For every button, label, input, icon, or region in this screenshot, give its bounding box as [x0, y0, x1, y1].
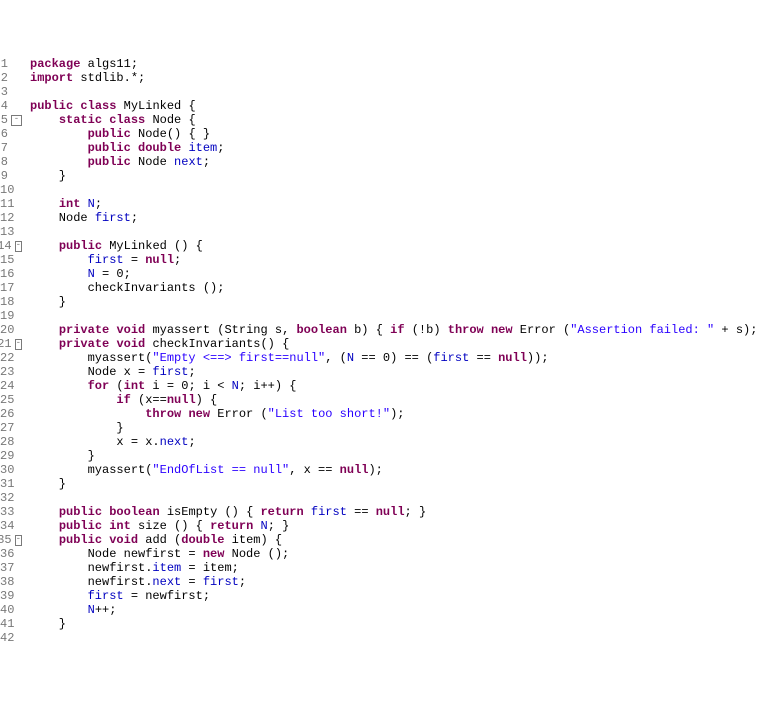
- line-number: 30: [0, 463, 22, 477]
- code-line[interactable]: [30, 631, 759, 645]
- line-number: 28: [0, 435, 22, 449]
- line-number: 31: [0, 477, 22, 491]
- line-number: 2: [0, 71, 22, 85]
- code-line[interactable]: if (x==null) {: [30, 393, 759, 407]
- line-number: 24: [0, 379, 22, 393]
- line-number: 9: [0, 169, 22, 183]
- line-number: 15: [0, 253, 22, 267]
- code-line[interactable]: }: [30, 295, 759, 309]
- code-line[interactable]: public boolean isEmpty () { return first…: [30, 505, 759, 519]
- line-number: 16: [0, 267, 22, 281]
- line-number: 36: [0, 547, 22, 561]
- line-number: 7: [0, 141, 22, 155]
- code-editor[interactable]: 12345-67891011121314-15161718192021-2223…: [0, 56, 759, 645]
- code-area[interactable]: package algs11;import stdlib.*; public cl…: [30, 57, 759, 645]
- code-line[interactable]: private void checkInvariants() {: [30, 337, 759, 351]
- code-line[interactable]: }: [30, 617, 759, 631]
- code-line[interactable]: [30, 309, 759, 323]
- code-line[interactable]: public class MyLinked {: [30, 99, 759, 113]
- line-number: 17: [0, 281, 22, 295]
- code-line[interactable]: public Node() { }: [30, 127, 759, 141]
- code-line[interactable]: public Node next;: [30, 155, 759, 169]
- code-line[interactable]: public double item;: [30, 141, 759, 155]
- line-number: 1: [0, 57, 22, 71]
- line-number: 4: [0, 99, 22, 113]
- line-number: 12: [0, 211, 22, 225]
- code-line[interactable]: [30, 491, 759, 505]
- line-number: 34: [0, 519, 22, 533]
- line-number: 22: [0, 351, 22, 365]
- code-line[interactable]: Node x = first;: [30, 365, 759, 379]
- line-number: 10: [0, 183, 22, 197]
- line-number: 18: [0, 295, 22, 309]
- code-line[interactable]: myassert("Empty <==> first==null", (N ==…: [30, 351, 759, 365]
- code-line[interactable]: public void add (double item) {: [30, 533, 759, 547]
- code-line[interactable]: N++;: [30, 603, 759, 617]
- code-line[interactable]: newfirst.next = first;: [30, 575, 759, 589]
- code-line[interactable]: x = x.next;: [30, 435, 759, 449]
- code-line[interactable]: }: [30, 169, 759, 183]
- line-number: 21-: [0, 337, 22, 351]
- line-number: 25: [0, 393, 22, 407]
- code-line[interactable]: N = 0;: [30, 267, 759, 281]
- line-number: 26: [0, 407, 22, 421]
- code-line[interactable]: throw new Error ("List too short!");: [30, 407, 759, 421]
- line-number: 38: [0, 575, 22, 589]
- line-number: 29: [0, 449, 22, 463]
- code-line[interactable]: first = newfirst;: [30, 589, 759, 603]
- code-line[interactable]: newfirst.item = item;: [30, 561, 759, 575]
- code-line[interactable]: }: [30, 449, 759, 463]
- line-number: 8: [0, 155, 22, 169]
- code-line[interactable]: [30, 225, 759, 239]
- code-line[interactable]: [30, 183, 759, 197]
- line-number: 35-: [0, 533, 22, 547]
- code-line[interactable]: Node newfirst = new Node ();: [30, 547, 759, 561]
- code-line[interactable]: for (int i = 0; i < N; i++) {: [30, 379, 759, 393]
- line-number-gutter: 12345-67891011121314-15161718192021-2223…: [0, 57, 30, 645]
- fold-toggle-icon[interactable]: -: [15, 535, 22, 546]
- line-number: 20: [0, 323, 22, 337]
- line-number: 11: [0, 197, 22, 211]
- code-line[interactable]: private void myassert (String s, boolean…: [30, 323, 759, 337]
- line-number: 33: [0, 505, 22, 519]
- line-number: 14-: [0, 239, 22, 253]
- line-number: 13: [0, 225, 22, 239]
- line-number: 40: [0, 603, 22, 617]
- line-number: 19: [0, 309, 22, 323]
- code-line[interactable]: }: [30, 477, 759, 491]
- fold-toggle-icon[interactable]: -: [15, 241, 22, 252]
- line-number: 37: [0, 561, 22, 575]
- code-line[interactable]: public MyLinked () {: [30, 239, 759, 253]
- line-number: 6: [0, 127, 22, 141]
- code-line[interactable]: checkInvariants ();: [30, 281, 759, 295]
- line-number: 23: [0, 365, 22, 379]
- line-number: 32: [0, 491, 22, 505]
- code-line[interactable]: int N;: [30, 197, 759, 211]
- code-line[interactable]: static class Node {: [30, 113, 759, 127]
- code-line[interactable]: public int size () { return N; }: [30, 519, 759, 533]
- code-line[interactable]: first = null;: [30, 253, 759, 267]
- code-line[interactable]: import stdlib.*;: [30, 71, 759, 85]
- fold-toggle-icon[interactable]: -: [15, 339, 22, 350]
- line-number: 5-: [0, 113, 22, 127]
- code-line[interactable]: Node first;: [30, 211, 759, 225]
- code-line[interactable]: }: [30, 421, 759, 435]
- line-number: 39: [0, 589, 22, 603]
- line-number: 3: [0, 85, 22, 99]
- line-number: 41: [0, 617, 22, 631]
- code-line[interactable]: [30, 85, 759, 99]
- line-number: 42: [0, 631, 22, 645]
- code-line[interactable]: package algs11;: [30, 57, 759, 71]
- code-line[interactable]: myassert("EndOfList == null", x == null)…: [30, 463, 759, 477]
- line-number: 27: [0, 421, 22, 435]
- fold-toggle-icon[interactable]: -: [11, 115, 22, 126]
